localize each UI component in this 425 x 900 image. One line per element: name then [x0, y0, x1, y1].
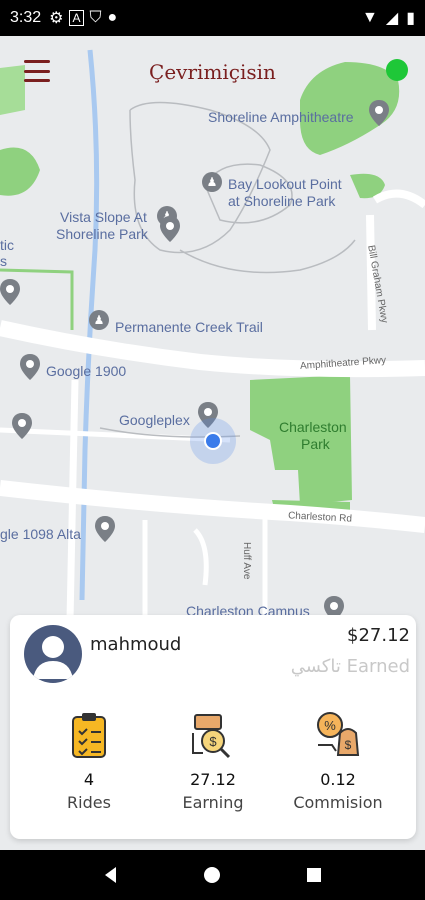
dot-icon: ●	[107, 9, 118, 26]
earned-label: تاكسي Earned	[290, 656, 410, 677]
clipboard-icon	[72, 713, 106, 758]
signal-icon: ◢	[385, 10, 399, 27]
stat-commission[interactable]: % $ 0.12 Commision	[273, 711, 403, 812]
home-icon[interactable]	[203, 866, 221, 884]
earning-icon: $	[192, 714, 231, 759]
battery-icon: ▮	[406, 10, 415, 27]
map-label-bay-lookout-2: at Shoreline Park	[228, 193, 336, 209]
place-pin-icon[interactable]	[369, 100, 389, 126]
status-icons: ⚙ A ⛉ ●	[49, 8, 117, 28]
rides-count: 4	[83, 770, 95, 789]
svg-text:♟: ♟	[94, 313, 105, 327]
place-pin-icon[interactable]	[0, 279, 20, 305]
stat-earning[interactable]: $ 27.12 Earning	[148, 711, 278, 812]
map-label-huff-ave: Huff Ave	[241, 542, 252, 580]
map-label-charleston-park-1: Charleston	[279, 419, 347, 435]
map-label-vista-2: Shoreline Park	[56, 226, 148, 242]
gear-icon: ⚙	[49, 10, 64, 27]
rides-label: Rides	[67, 793, 111, 812]
earning-label: Earning	[182, 793, 244, 812]
system-nav-bar	[0, 850, 425, 900]
status-time: 3:32	[10, 9, 42, 26]
map-label-charleston-rd: Charleston Rd	[287, 510, 353, 525]
map-label-googleplex: Googleplex	[119, 412, 190, 428]
current-location-icon	[204, 432, 222, 450]
map-label-google-1900: Google 1900	[46, 363, 127, 379]
back-icon[interactable]	[102, 866, 120, 884]
font-icon: A	[69, 10, 84, 26]
svg-text:$: $	[345, 738, 352, 752]
online-indicator[interactable]	[386, 59, 408, 81]
map-label-permanente-creek: Permanente Creek Trail	[115, 319, 263, 335]
avatar[interactable]	[24, 625, 82, 683]
map-label-charleston-park-2: Park	[301, 436, 330, 452]
commission-icon: % $	[317, 712, 360, 756]
place-pin-icon[interactable]	[20, 354, 40, 380]
earning-value: 27.12	[190, 770, 236, 789]
shield-icon: ⛉	[89, 9, 102, 26]
hiking-pin-icon[interactable]: ♟	[202, 172, 222, 198]
driver-summary-card: mahmoud $27.12 تاكسي Earned 4 Rides $ 27…	[10, 615, 416, 839]
user-silhouette-icon	[33, 636, 73, 679]
map-label-vista-1: Vista Slope At	[60, 209, 147, 225]
stat-rides[interactable]: 4 Rides	[24, 711, 154, 812]
place-pin-icon[interactable]	[160, 216, 180, 242]
svg-text:%: %	[324, 718, 336, 733]
map-label-google-1098: gle 1098 Alta	[0, 526, 81, 542]
map-label-tic: tic	[0, 237, 14, 253]
svg-text:♟: ♟	[207, 175, 218, 189]
commission-label: Commision	[293, 793, 383, 812]
wifi-icon: ▼	[362, 9, 378, 26]
place-pin-icon[interactable]	[95, 516, 115, 542]
online-status-title: Çevrimiçisin	[149, 60, 276, 84]
svg-text:$: $	[209, 734, 217, 749]
place-pin-icon[interactable]	[12, 413, 32, 439]
hiking-pin-icon[interactable]: ♟	[89, 310, 109, 336]
earned-amount: $27.12	[347, 625, 410, 646]
driver-username: mahmoud	[90, 634, 182, 655]
map-label-s: s	[0, 253, 7, 269]
recents-icon[interactable]	[305, 866, 323, 884]
commission-value: 0.12	[320, 770, 356, 789]
map-label-bay-lookout-1: Bay Lookout Point	[228, 176, 342, 192]
status-bar: 3:32 ⚙ A ⛉ ● ▼ ◢ ▮	[0, 0, 425, 36]
map-label-shoreline-amphitheatre: Shoreline Amphitheatre	[208, 109, 354, 125]
